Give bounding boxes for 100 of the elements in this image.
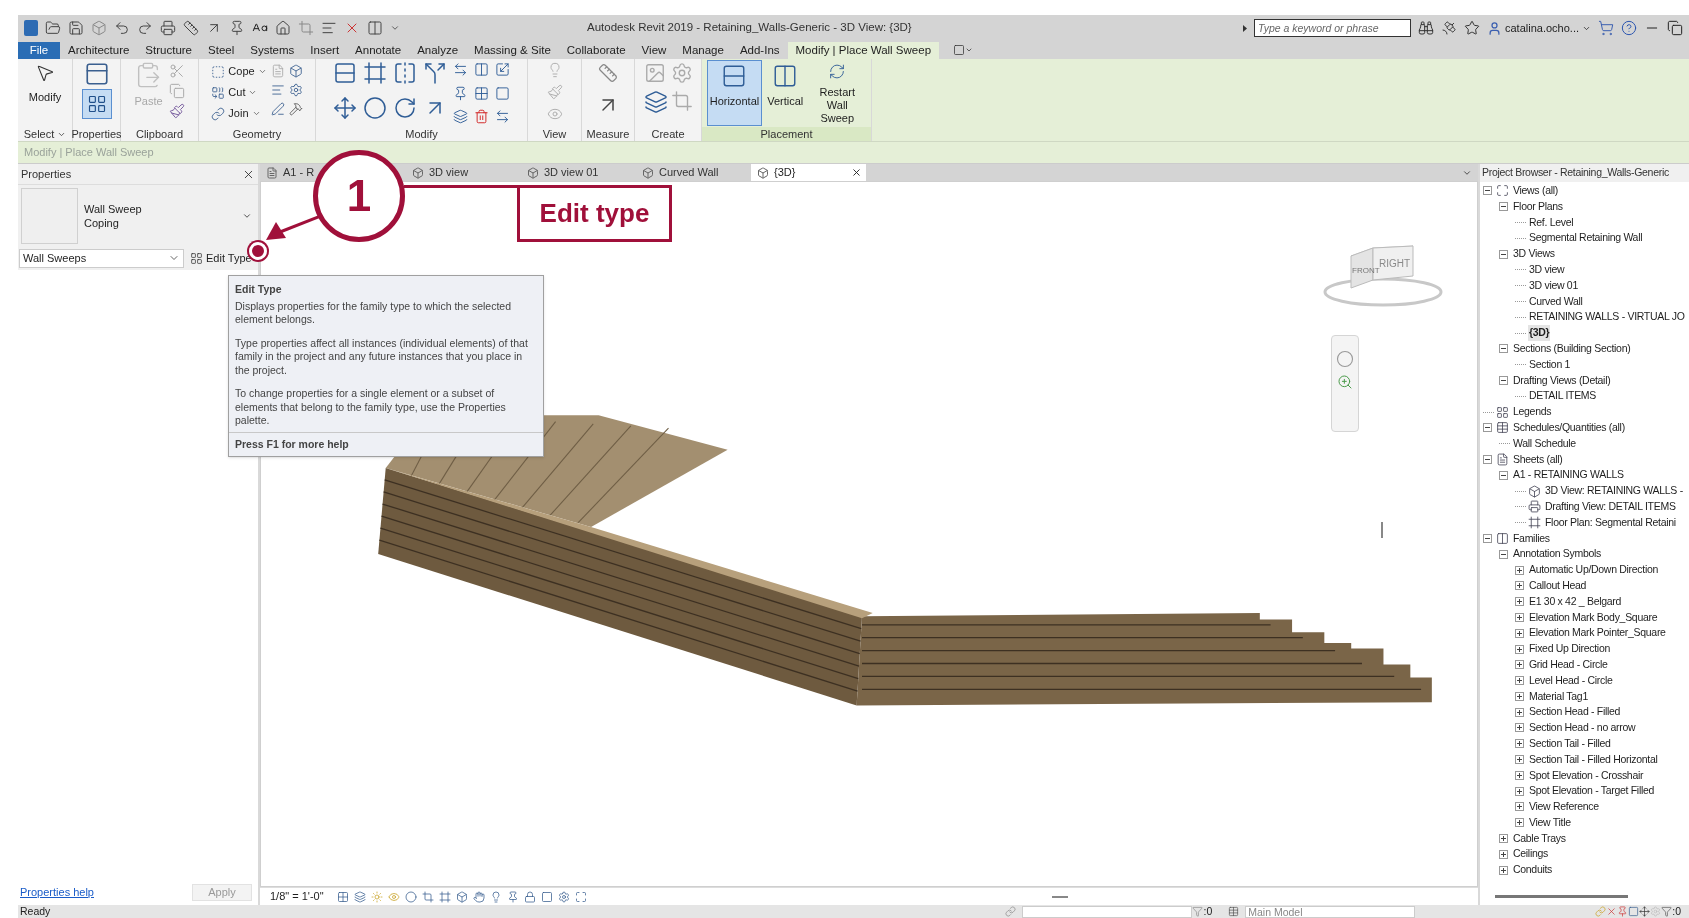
print-icon[interactable] <box>160 20 176 36</box>
geometry-tool-button[interactable]: Join <box>211 104 267 123</box>
tree-item[interactable]: Grid Head - Circle <box>1528 656 1609 673</box>
filter-icon[interactable] <box>1661 906 1673 917</box>
tree-item[interactable]: Views (all) <box>1512 183 1559 199</box>
collapse-toggle[interactable] <box>1483 454 1492 464</box>
expand-toggle[interactable] <box>1515 691 1524 701</box>
tree-item[interactable]: Floor Plan: Segmental Retaini <box>1544 514 1677 531</box>
tree-item[interactable]: Drafting Views (Detail) <box>1512 372 1612 389</box>
collapse-toggle[interactable] <box>1499 344 1508 354</box>
tree-item[interactable]: Automatic Up/Down Direction <box>1528 562 1660 578</box>
tree-item[interactable]: Ceilings <box>1512 846 1549 863</box>
star-icon[interactable] <box>1464 20 1480 36</box>
type-properties-icon[interactable] <box>83 61 110 87</box>
lock-icon[interactable] <box>523 890 536 903</box>
ruler-icon[interactable] <box>598 63 618 83</box>
expand-toggle[interactable] <box>1515 676 1524 686</box>
tree-item[interactable]: 3D View: RETAINING WALLS - <box>1544 483 1684 499</box>
grid-icon[interactable] <box>474 85 489 101</box>
scrollbar-thumb[interactable] <box>1052 895 1068 898</box>
collapse-toggle[interactable] <box>1483 186 1492 196</box>
tree-item[interactable]: Cable Trays <box>1512 830 1567 847</box>
satellite-icon[interactable] <box>1441 20 1457 36</box>
caret-icon[interactable] <box>965 46 974 54</box>
tree-item[interactable]: Ref. Level <box>1528 214 1575 231</box>
ribbon-tab[interactable]: File <box>18 42 60 59</box>
tree-item[interactable]: Elevation Mark Body_Square <box>1528 609 1659 626</box>
expand-toggle[interactable] <box>1515 628 1524 638</box>
search-field[interactable]: Type a keyword or phrase <box>1254 19 1411 37</box>
expand-toggle[interactable] <box>1515 707 1524 717</box>
tree-item[interactable]: Level Head - Circle <box>1528 672 1614 689</box>
drag-elements-icon[interactable] <box>1639 906 1651 917</box>
tree-item[interactable]: Section Tail - Filled <box>1528 735 1612 752</box>
ribbon-tab[interactable]: Systems <box>242 42 303 59</box>
expand-toggle[interactable] <box>1499 834 1508 844</box>
caret-icon[interactable] <box>390 23 400 33</box>
expand-toggle[interactable] <box>1515 739 1524 749</box>
document-tab[interactable]: {3D} <box>751 164 866 181</box>
tree-item[interactable]: Section Tail - Filled Horizontal <box>1528 751 1659 768</box>
binoculars-icon[interactable] <box>1418 20 1434 36</box>
tree-item[interactable]: Drafting View: DETAIL ITEMS <box>1544 498 1677 515</box>
crop-view-icon[interactable] <box>421 890 434 903</box>
geometry-tool-button[interactable]: Cut <box>211 83 267 102</box>
thin-lines-icon[interactable] <box>321 20 337 36</box>
save-icon[interactable] <box>68 20 84 36</box>
tree-item[interactable]: Spot Elevation - Target Filled <box>1528 783 1656 800</box>
tree-item[interactable]: Material Tag1 <box>1528 688 1589 705</box>
ribbon-tab[interactable]: Massing & Site <box>466 42 559 59</box>
ribbon-tab[interactable]: Steel <box>200 42 243 59</box>
collapse-toggle[interactable] <box>1483 533 1492 543</box>
tree-item[interactable]: View Reference <box>1528 799 1600 815</box>
workset-dropdown[interactable]: Main Model <box>1245 905 1416 918</box>
type-selector[interactable]: Wall Sweep Coping <box>18 184 258 246</box>
placement-button[interactable]: Vertical <box>764 60 807 126</box>
visual-style-icon[interactable] <box>353 890 366 903</box>
collapse-toggle[interactable] <box>1499 375 1508 385</box>
ribbon-tab[interactable]: Manage <box>674 42 732 59</box>
ribbon-tab[interactable]: Add-Ins <box>731 42 788 59</box>
tree-item[interactable]: 3D Views <box>1512 246 1556 262</box>
ribbon-tab[interactable]: Insert <box>302 42 348 59</box>
measure-icon[interactable] <box>183 20 199 36</box>
expand-toggle[interactable] <box>1499 849 1508 859</box>
collapse-toggle[interactable] <box>1499 202 1508 212</box>
gear-icon[interactable] <box>288 83 303 97</box>
ribbon-tab[interactable]: Architecture <box>60 42 138 59</box>
tree-item[interactable]: Curved Wall <box>1528 293 1584 310</box>
tree-item[interactable]: Wall Schedule <box>1512 435 1577 452</box>
rotate-icon[interactable] <box>393 96 417 120</box>
tree-item[interactable]: Sections (Building Section) <box>1512 341 1632 357</box>
tree-item[interactable]: Section Head - no arrow <box>1528 720 1637 736</box>
layers-icon[interactable] <box>453 109 468 125</box>
ribbon-tab[interactable]: Analyze <box>409 42 467 59</box>
tree-item[interactable]: Families <box>1512 530 1551 547</box>
parts-icon[interactable] <box>643 90 668 114</box>
caret-icon[interactable] <box>1462 168 1472 178</box>
geometry-tool-button[interactable]: Cope <box>211 62 267 81</box>
zoom-icon[interactable] <box>1337 374 1353 390</box>
expand-toggle[interactable] <box>1515 770 1524 780</box>
undo-icon[interactable] <box>114 20 130 36</box>
tree-item[interactable]: DETAIL ITEMS <box>1528 388 1597 405</box>
tree-item[interactable]: RETAINING WALLS - VIRTUAL JO <box>1528 309 1686 326</box>
tree-item[interactable]: E1 30 x 42 _ Belgard <box>1528 593 1623 610</box>
edit-type-button[interactable]: Edit Type <box>190 249 252 267</box>
select-pinned-icon[interactable] <box>1617 906 1629 917</box>
expand-toggle[interactable] <box>1515 818 1524 828</box>
expand-toggle[interactable] <box>1515 802 1524 812</box>
move-icon[interactable] <box>333 96 357 120</box>
scrollbar-thumb[interactable] <box>1381 522 1383 538</box>
tree-item[interactable]: Legends <box>1512 404 1553 420</box>
paintbrush-icon[interactable] <box>168 103 185 119</box>
redo-icon[interactable] <box>137 20 153 36</box>
collapse-toggle[interactable] <box>1499 549 1508 559</box>
tree-item[interactable]: 3D view 01 <box>1528 277 1579 294</box>
close-icon[interactable] <box>851 167 862 178</box>
ribbon-tab[interactable]: View <box>633 42 675 59</box>
expand-toggle[interactable] <box>1515 644 1524 654</box>
modify-tool-button[interactable]: Modify <box>28 59 62 127</box>
open-icon[interactable] <box>45 20 61 36</box>
help-icon[interactable] <box>1621 20 1637 36</box>
tree-item[interactable]: Section Head - Filled <box>1528 704 1622 721</box>
